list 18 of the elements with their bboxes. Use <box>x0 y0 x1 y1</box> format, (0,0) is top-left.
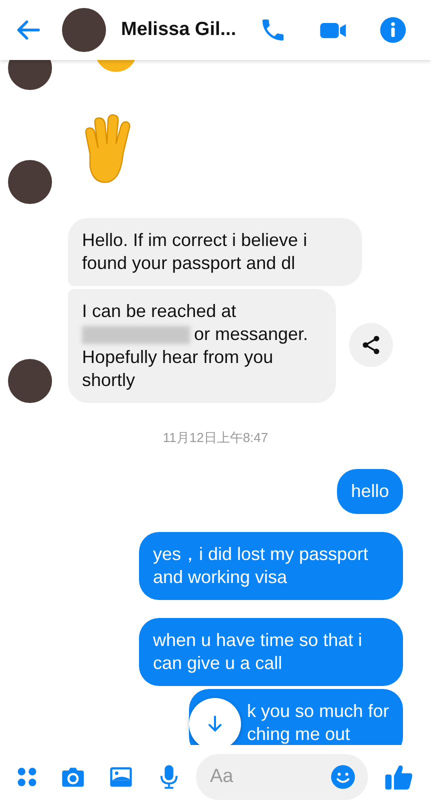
contact-avatar[interactable] <box>62 8 106 52</box>
contact-avatar <box>8 160 52 204</box>
message-bubble: yes，i did lost my passport and working visa <box>139 532 403 600</box>
message-input[interactable]: Aa <box>196 754 368 800</box>
message-bubble: when u have time so that i can give u a call <box>139 618 403 686</box>
contact-name[interactable]: Melissa Gil... <box>121 19 259 41</box>
message-bubble: hello <box>336 469 403 514</box>
smiley-icon[interactable] <box>330 764 356 790</box>
share-button[interactable] <box>349 322 393 366</box>
scroll-down-button[interactable] <box>188 698 241 745</box>
share-icon <box>360 334 382 356</box>
message-bubble: k you so much for ching me out <box>188 689 403 745</box>
timestamp: 11月12日上午8:47 <box>162 429 268 447</box>
waving-hand-emoji <box>82 114 132 186</box>
contact-avatar <box>8 359 52 403</box>
message-bubble: Hello. If im correct i believe i found your passport and dl <box>68 218 362 286</box>
info-icon[interactable] <box>379 16 407 44</box>
message-bubble: I can be reached at or messanger. Hopefully hear from you shortly <box>68 289 336 403</box>
